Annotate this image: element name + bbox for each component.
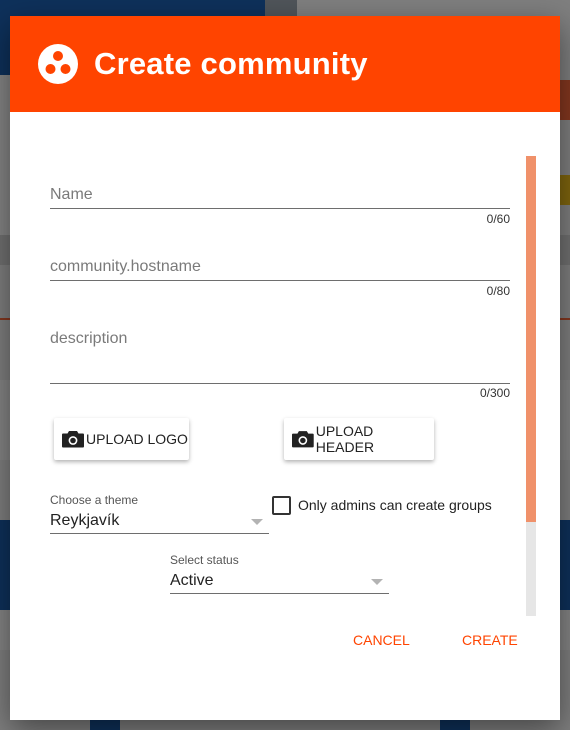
camera-icon	[292, 431, 314, 448]
theme-select-label: Choose a theme	[50, 493, 139, 507]
description-underline	[50, 383, 510, 384]
name-counter: 0/60	[486, 212, 510, 226]
dialog-header: Create community	[10, 16, 560, 112]
name-underline	[50, 208, 510, 209]
name-placeholder: Name	[50, 186, 93, 203]
cancel-button[interactable]: CANCEL	[353, 632, 410, 648]
status-select-label: Select status	[170, 553, 239, 567]
name-field[interactable]: Name 0/60	[50, 186, 510, 226]
hostname-underline	[50, 280, 510, 281]
status-select-value: Active	[170, 572, 214, 589]
hostname-field[interactable]: community.hostname 0/80	[50, 258, 510, 298]
create-button[interactable]: CREATE	[462, 632, 518, 648]
status-select-underline	[170, 593, 389, 594]
dialog-title: Create community	[94, 46, 368, 81]
create-community-dialog: Create community Name 0/60 community.hos…	[10, 16, 560, 720]
camera-icon	[62, 431, 84, 448]
hostname-counter: 0/80	[486, 284, 510, 298]
description-counter: 0/300	[479, 386, 510, 400]
chevron-down-icon[interactable]	[251, 519, 263, 525]
upload-logo-label: UPLOAD LOGO	[86, 431, 188, 447]
theme-select-underline	[50, 533, 269, 534]
upload-header-label: UPLOAD HEADER	[315, 423, 375, 455]
chevron-down-icon[interactable]	[371, 579, 383, 585]
hostname-placeholder: community.hostname	[50, 258, 201, 275]
community-icon	[38, 44, 78, 84]
upload-logo-button[interactable]: UPLOAD LOGO	[54, 418, 189, 460]
only-admins-label[interactable]: Only admins can create groups	[298, 497, 492, 513]
theme-select-value: Reykjavík	[50, 512, 120, 529]
only-admins-checkbox[interactable]	[272, 496, 291, 515]
scrollbar-thumb[interactable]	[526, 156, 536, 522]
description-field[interactable]: description 0/300	[50, 330, 510, 400]
upload-header-button[interactable]: UPLOAD HEADER	[284, 418, 434, 460]
description-placeholder: description	[50, 330, 128, 347]
